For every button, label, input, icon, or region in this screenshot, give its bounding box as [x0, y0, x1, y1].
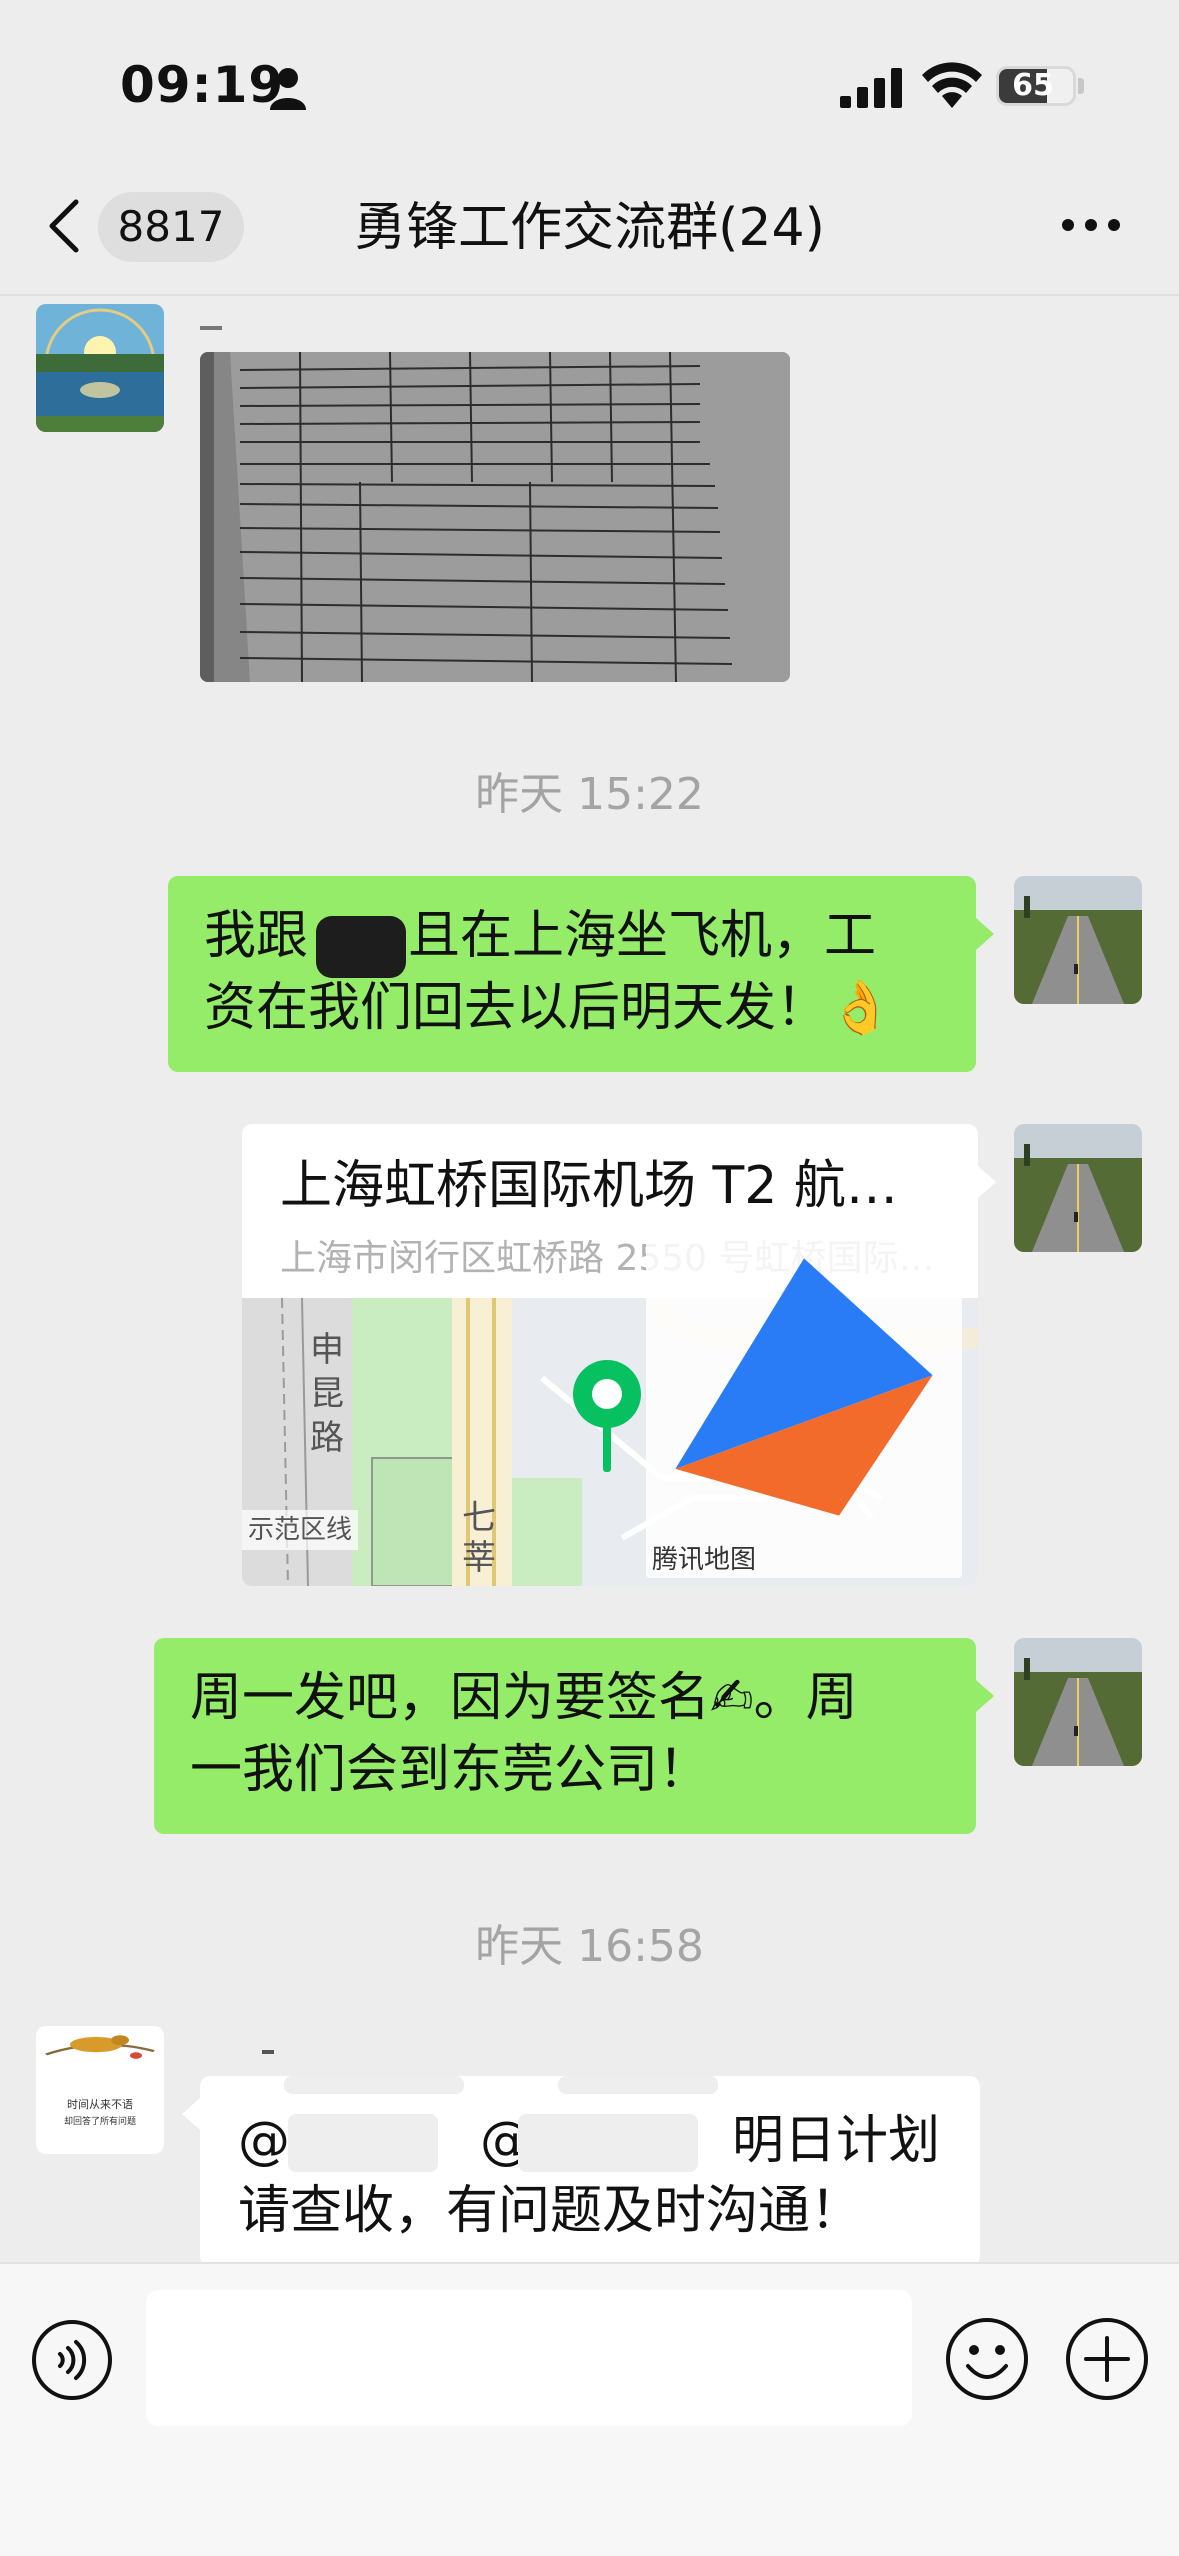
- sent-message-bubble[interactable]: 我跟 且在上海坐飞机，工 资在我们回去以后明天发！👌: [168, 876, 976, 1072]
- location-title: 上海虹桥国际机场 T2 航站楼: [280, 1156, 940, 1216]
- redaction-blur: [288, 2114, 438, 2172]
- person-icon: [270, 68, 306, 110]
- map-zone-label: 示范区线: [242, 1510, 359, 1550]
- writing-hand-emoji: ✍: [710, 1668, 754, 1728]
- battery-icon: 65: [996, 66, 1076, 106]
- message-input[interactable]: [146, 2290, 912, 2426]
- map-road-label: 七莘: [462, 1498, 496, 1578]
- message-line: 一我们会到东莞公司！: [190, 1730, 976, 1810]
- redaction-blur: [518, 2114, 698, 2172]
- map-brand: 腾讯地图: [646, 1233, 962, 1578]
- my-avatar-road[interactable]: [1014, 1124, 1142, 1252]
- status-time: 09:19: [120, 56, 285, 114]
- timestamp: 昨天 15:22: [475, 769, 704, 820]
- message-text: 一我们会到东莞公司！: [190, 1740, 711, 1800]
- sender-avatar-calligraphy[interactable]: 时间从来不语 却回答了所有问题: [36, 2026, 164, 2154]
- shared-photo-form[interactable]: [200, 352, 790, 682]
- signal-icon: [840, 68, 902, 108]
- message-text: 我跟: [204, 906, 309, 966]
- redaction-blur: [284, 2076, 464, 2094]
- wifi-icon: [922, 62, 982, 108]
- redaction-blur: [558, 2076, 718, 2094]
- bubble-tail: [976, 918, 994, 950]
- sender-name-fragment: [200, 326, 222, 330]
- ok-hand-emoji: 👌: [828, 978, 893, 1038]
- message-text: 且在上海坐飞机，工: [408, 906, 877, 966]
- battery-nub: [1078, 78, 1084, 94]
- bubble-tail: [976, 1680, 994, 1712]
- map-brand-text: 腾讯地图: [652, 1545, 757, 1575]
- location-card[interactable]: 上海虹桥国际机场 T2 航站楼 上海市闵行区虹桥路 2550 号虹桥国际机场 申…: [242, 1124, 978, 1586]
- message-line: 周一发吧，因为要签名✍。周: [190, 1658, 976, 1738]
- redaction-blot: [316, 916, 406, 978]
- message-text: 周一发吧，因为要签名: [190, 1668, 711, 1728]
- my-avatar-road[interactable]: [1014, 1638, 1142, 1766]
- message-text: 。周: [753, 1668, 858, 1728]
- sender-avatar-lake[interactable]: [36, 304, 164, 432]
- message-line: @ @ 明日计划: [238, 2106, 980, 2176]
- nav-divider: [0, 294, 1179, 296]
- bubble-tail: [978, 1166, 996, 1198]
- bubble-tail: [182, 2098, 200, 2130]
- message-line: 资在我们回去以后明天发！👌: [204, 968, 976, 1048]
- map-road-label: 申昆路: [310, 1330, 344, 1458]
- tencent-map-logo-icon: [675, 1258, 933, 1516]
- avatar-caption: 却回答了所有问题: [63, 2117, 136, 2127]
- battery-level: 65: [1012, 68, 1054, 103]
- location-map[interactable]: 申昆路 七莘 示范区线 腾讯地图: [242, 1233, 978, 1586]
- received-message-bubble[interactable]: @ @ 明日计划 请查收，有问题及时沟通！: [200, 2076, 980, 2266]
- message-text: 明日计划: [732, 2111, 941, 2171]
- mention: @: [238, 2111, 290, 2171]
- sent-message-bubble[interactable]: 周一发吧，因为要签名✍。周 一我们会到东莞公司！: [154, 1638, 976, 1834]
- plus-icon[interactable]: [1064, 2316, 1150, 2402]
- timestamp: 昨天 16:58: [475, 1921, 704, 1972]
- message-text: 请查收，有问题及时沟通！: [238, 2181, 863, 2241]
- smiley-icon[interactable]: [944, 2316, 1030, 2402]
- more-dots-icon[interactable]: [1060, 210, 1122, 240]
- voice-icon[interactable]: [30, 2318, 114, 2402]
- chat-title: 勇锋工作交流群(24): [354, 198, 825, 258]
- message-line: 请查收，有问题及时沟通！: [238, 2176, 980, 2246]
- message-text: 资在我们回去以后明天发！: [204, 978, 829, 1038]
- avatar-caption: 时间从来不语: [67, 2098, 133, 2111]
- sender-name-fragment: [262, 2050, 274, 2054]
- my-avatar-road[interactable]: [1014, 876, 1142, 1004]
